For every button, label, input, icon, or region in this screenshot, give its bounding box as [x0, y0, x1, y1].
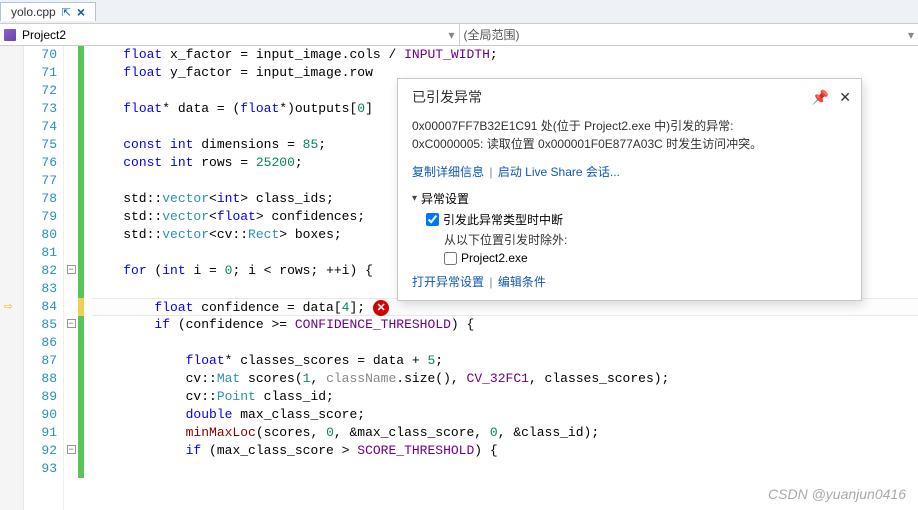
pin-icon[interactable]: ⇱	[62, 6, 71, 19]
line-number: 93	[24, 460, 57, 478]
code-line[interactable]: if (max_class_score > SCORE_THRESHOLD) {	[92, 442, 918, 460]
pin-icon[interactable]: 📌	[812, 89, 829, 106]
line-number: 80	[24, 226, 57, 244]
open-exception-settings-link[interactable]: 打开异常设置	[412, 275, 484, 289]
line-number: 85	[24, 316, 57, 334]
close-icon[interactable]: ✕	[839, 89, 851, 106]
breakpoint-gutter[interactable]: ⇨	[0, 46, 24, 510]
exception-message: 0x00007FF7B32E1C91 处(位于 Project2.exe 中)引…	[412, 117, 847, 153]
line-number: 89	[24, 388, 57, 406]
code-line[interactable]: if (confidence >= CONFIDENCE_THRESHOLD) …	[92, 316, 918, 334]
line-number: 71	[24, 64, 57, 82]
line-number: 91	[24, 424, 57, 442]
code-line[interactable]: float x_factor = input_image.cols / INPU…	[92, 46, 918, 64]
edit-conditions-link[interactable]: 编辑条件	[498, 275, 546, 289]
tab-bar: yolo.cpp ⇱ ×	[0, 0, 918, 24]
line-number: 75	[24, 136, 57, 154]
project-icon	[4, 29, 16, 41]
close-icon[interactable]: ×	[77, 5, 85, 19]
exception-popup: 已引发异常 📌 ✕ 0x00007FF7B32E1C91 处(位于 Projec…	[397, 78, 862, 301]
line-number: 84	[24, 298, 57, 316]
error-icon[interactable]: ✕	[373, 300, 389, 316]
line-number: 81	[24, 244, 57, 262]
line-number: 83	[24, 280, 57, 298]
line-number: 86	[24, 334, 57, 352]
live-share-link[interactable]: 启动 Live Share 会话...	[498, 165, 620, 179]
tab-label: yolo.cpp	[11, 5, 56, 19]
line-number: 87	[24, 352, 57, 370]
line-number: 82	[24, 262, 57, 280]
line-number: 76	[24, 154, 57, 172]
line-number: 90	[24, 406, 57, 424]
file-tab[interactable]: yolo.cpp ⇱ ×	[0, 2, 96, 21]
code-line[interactable]	[92, 460, 918, 478]
line-number: 88	[24, 370, 57, 388]
current-line-arrow-icon: ⇨	[4, 298, 12, 315]
triangle-down-icon: ▾	[412, 193, 417, 204]
popup-title: 已引发异常	[412, 87, 802, 107]
break-on-exception-checkbox[interactable]: 引发此异常类型时中断	[426, 209, 847, 230]
line-number: 74	[24, 118, 57, 136]
line-number: 79	[24, 208, 57, 226]
line-number: 70	[24, 46, 57, 64]
fold-toggle-icon[interactable]: −	[67, 445, 76, 454]
line-number: 72	[24, 82, 57, 100]
scope-label: (全局范围)	[464, 26, 520, 43]
project-name: Project2	[22, 28, 66, 42]
code-line[interactable]: cv::Mat scores(1, className.size(), CV_3…	[92, 370, 918, 388]
project-dropdown[interactable]: Project2 ▾	[0, 24, 460, 45]
fold-toggle-icon[interactable]: −	[67, 265, 76, 274]
code-line[interactable]	[92, 334, 918, 352]
line-number: 78	[24, 190, 57, 208]
fold-column[interactable]: − − −	[64, 46, 78, 510]
code-line[interactable]: float* classes_scores = data + 5;	[92, 352, 918, 370]
exclude-project-checkbox[interactable]: Project2.exe	[444, 249, 847, 267]
except-from-label: 从以下位置引发时除外:	[444, 230, 847, 249]
scope-dropdown[interactable]: (全局范围) ▾	[460, 24, 918, 45]
line-number: 73	[24, 100, 57, 118]
exception-settings-header[interactable]: ▾ 异常设置	[412, 188, 847, 209]
line-number: 92	[24, 442, 57, 460]
line-number: 77	[24, 172, 57, 190]
nav-bar: Project2 ▾ (全局范围) ▾	[0, 24, 918, 46]
code-line[interactable]: cv::Point class_id;	[92, 388, 918, 406]
copy-details-link[interactable]: 复制详细信息	[412, 165, 484, 179]
line-numbers: 7071727374757677787980818283848586878889…	[24, 46, 64, 510]
code-line[interactable]: double max_class_score;	[92, 406, 918, 424]
code-line[interactable]: minMaxLoc(scores, 0, &max_class_score, 0…	[92, 424, 918, 442]
fold-toggle-icon[interactable]: −	[67, 319, 76, 328]
